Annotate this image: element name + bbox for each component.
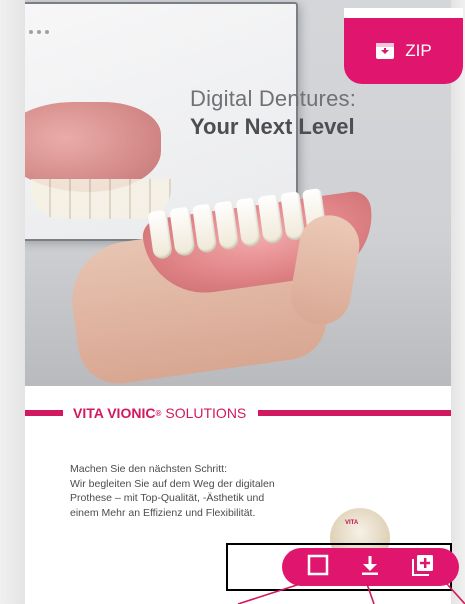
archive-download-icon <box>375 41 395 61</box>
intro-paragraph: Machen Sie den nächsten Schritt: Wir beg… <box>70 462 335 520</box>
page-edge-right <box>451 0 465 604</box>
document-preview: Digital Dentures: Your Next Level VITA V… <box>25 0 451 604</box>
intro-line: Machen Sie den nächsten Schritt: <box>70 463 228 475</box>
brand-solutions: SOLUTIONS <box>165 405 247 421</box>
monitor-dot <box>37 30 41 34</box>
download-button[interactable] <box>355 552 385 582</box>
monitor-dot <box>29 30 33 34</box>
monitor-dot <box>45 30 49 34</box>
zip-tab-top <box>344 8 463 18</box>
download-icon <box>359 554 381 581</box>
intro-line: Prothese – mit Top-Qualität, -Ästhetik u… <box>70 492 265 504</box>
select-button[interactable] <box>303 552 333 582</box>
select-square-icon <box>307 554 329 581</box>
headline-line-1: Digital Dentures: <box>190 86 357 111</box>
brand-bar: VITA VIONIC ® SOLUTIONS <box>25 404 451 424</box>
add-to-collection-button[interactable] <box>408 552 438 582</box>
product-label: VITA <box>345 520 359 526</box>
intro-line: einem Mehr an Effizienz und Flexibilität… <box>70 506 256 519</box>
zip-download-button[interactable]: ZIP <box>344 8 463 84</box>
zip-label: ZIP <box>405 41 432 60</box>
floating-toolbar <box>282 548 459 586</box>
brand-name: VITA VIONIC <box>73 405 156 421</box>
headline-line-2: Your Next Level <box>190 114 355 139</box>
page-edge-left <box>0 0 25 604</box>
add-to-collection-icon <box>411 553 435 582</box>
brand-label: VITA VIONIC ® SOLUTIONS <box>63 404 259 422</box>
intro-line: Wir begleiten Sie auf dem Weg der digita… <box>70 477 275 490</box>
registered-mark: ® <box>155 408 162 418</box>
